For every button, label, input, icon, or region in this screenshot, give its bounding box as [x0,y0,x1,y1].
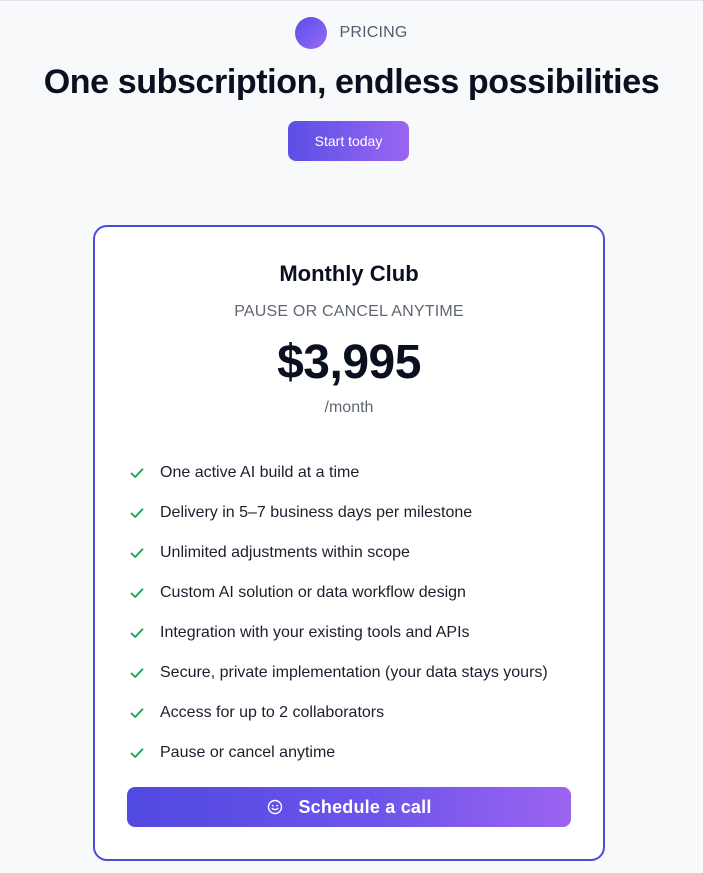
check-icon [128,464,146,482]
feature-text: Custom AI solution or data workflow desi… [160,584,466,601]
plan-name: Monthly Club [279,261,419,286]
feature-item: Custom AI solution or data workflow desi… [128,573,548,613]
check-icon [128,504,146,522]
gradient-dot-icon [295,17,328,49]
feature-item: Integration with your existing tools and… [128,613,548,653]
feature-text: Unlimited adjustments within scope [160,544,410,561]
feature-item: Pause or cancel anytime [128,733,548,773]
check-icon [128,584,146,602]
feature-text: Pause or cancel anytime [160,744,336,761]
feature-item: Secure, private implementation (your dat… [128,653,548,693]
feature-text: Access for up to 2 collaborators [160,704,385,721]
feature-text: One active AI build at a time [160,464,360,481]
check-icon [128,664,146,682]
page-headline: One subscription, endless possibilities [43,63,660,101]
check-icon [128,744,146,762]
feature-item: Access for up to 2 collaborators [128,693,548,733]
start-today-button[interactable]: Start today [288,121,409,161]
plan-price: $3,995 [277,336,421,389]
feature-item: One active AI build at a time [128,453,548,493]
pricing-eyebrow: PRICING [0,17,703,49]
pricing-card: Monthly Club PAUSE OR CANCEL ANYTIME $3,… [93,225,605,861]
feature-item: Delivery in 5–7 business days per milest… [128,493,548,533]
plan-subtitle: PAUSE OR CANCEL ANYTIME [234,303,464,320]
feature-text: Secure, private implementation (your dat… [160,664,548,681]
schedule-call-button[interactable]: Schedule a call [127,787,571,827]
price-period: /month [324,399,374,416]
eyebrow-label: PRICING [339,24,408,41]
check-icon [128,624,146,642]
schedule-call-label: Schedule a call [298,796,432,817]
smile-icon [266,798,284,816]
top-divider [0,0,703,1]
feature-text: Integration with your existing tools and… [160,624,470,641]
check-icon [128,544,146,562]
feature-list: One active AI build at a time Delivery in… [128,453,548,773]
feature-text: Delivery in 5–7 business days per milest… [160,504,473,521]
check-icon [128,704,146,722]
feature-item: Unlimited adjustments within scope [128,533,548,573]
